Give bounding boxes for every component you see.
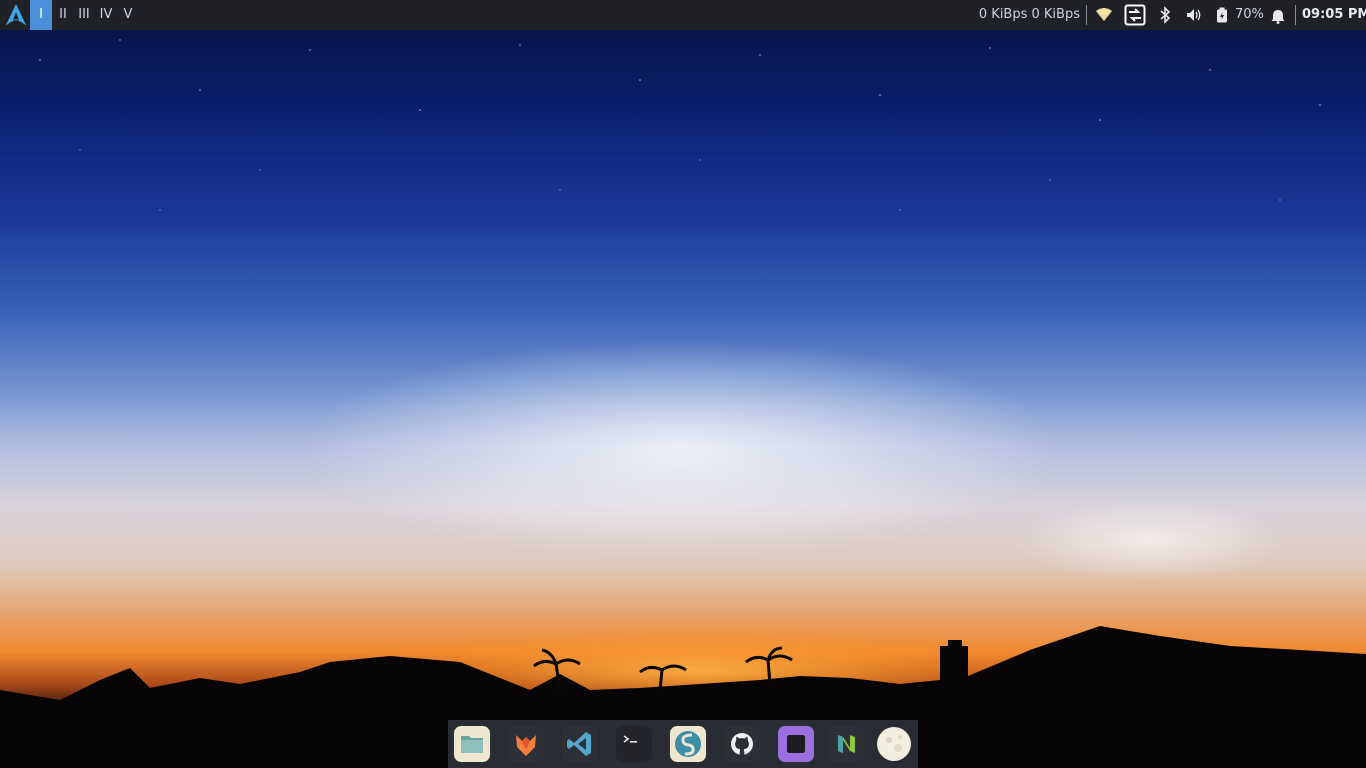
workspace-3[interactable]: III <box>74 0 94 30</box>
top-panel: I II III IV V 0 KiBps 0 KiBps 70% 09:05 … <box>0 0 1366 30</box>
desktop: I II III IV V 0 KiBps 0 KiBps 70% 09:05 … <box>0 0 1366 768</box>
cloud-glow <box>300 340 1060 560</box>
battery-icon[interactable] <box>1215 6 1229 24</box>
dock-app-terminal[interactable] <box>616 726 652 762</box>
neovim-icon <box>828 726 864 762</box>
firefox-icon <box>508 726 544 762</box>
workspace-1[interactable]: I <box>30 0 52 30</box>
battery-percent: 70% <box>1235 7 1264 22</box>
bluetooth-icon[interactable] <box>1156 6 1174 24</box>
dock-app-purple-square[interactable] <box>778 726 814 762</box>
dock-app-simplenote[interactable] <box>670 726 706 762</box>
cloud-right <box>1010 500 1290 580</box>
dock-app-moon[interactable] <box>876 726 912 762</box>
display-switch-icon[interactable] <box>1124 4 1146 26</box>
arch-linux-logo-icon[interactable] <box>4 3 28 27</box>
wallpaper <box>0 39 1366 768</box>
divider <box>1295 5 1296 25</box>
dock-app-firefox[interactable] <box>508 726 544 762</box>
purple-square-app-icon <box>778 726 814 762</box>
workspace-5[interactable]: V <box>119 0 137 30</box>
volume-icon[interactable] <box>1185 6 1203 24</box>
divider <box>1086 5 1087 25</box>
moon-app-icon <box>877 727 911 761</box>
github-icon <box>724 726 760 762</box>
vscode-icon <box>562 726 598 762</box>
dock-app-vscode[interactable] <box>562 726 598 762</box>
wifi-icon[interactable] <box>1095 6 1113 24</box>
dock-app-github[interactable] <box>724 726 760 762</box>
dock <box>448 720 918 768</box>
file-manager-icon <box>454 726 490 762</box>
network-speed: 0 KiBps 0 KiBps <box>978 7 1080 22</box>
workspace-4[interactable]: IV <box>96 0 116 30</box>
stars <box>39 39 1321 211</box>
dock-app-neovim[interactable] <box>828 726 864 762</box>
workspace-2[interactable]: II <box>54 0 72 30</box>
notification-bell-icon[interactable] <box>1270 8 1286 24</box>
dock-app-files[interactable] <box>454 726 490 762</box>
terminal-icon <box>616 726 652 762</box>
clock[interactable]: 09:05 PM <box>1302 0 1366 30</box>
simplenote-icon <box>670 726 706 762</box>
